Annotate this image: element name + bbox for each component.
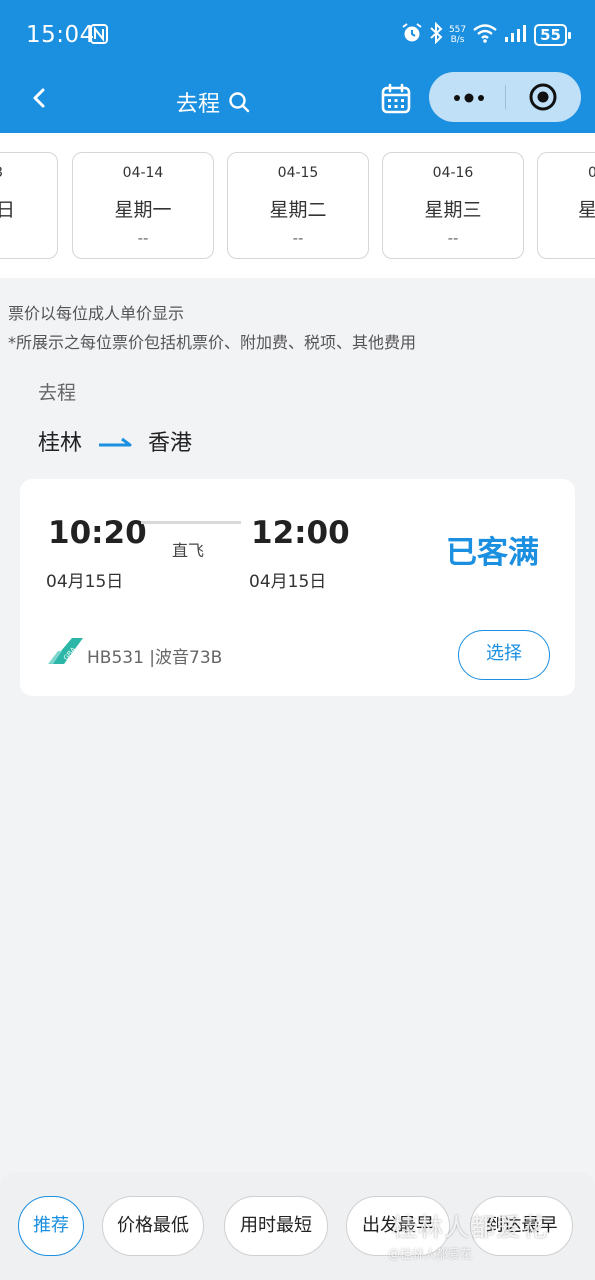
date-card-weekday: 星期二	[269, 199, 327, 221]
sort-price-button[interactable]: 价格最低	[102, 1196, 204, 1256]
route-arrow-icon	[98, 429, 132, 454]
flight-number: HB531 |波音73B	[87, 648, 223, 668]
date-card-price: --	[292, 229, 304, 247]
flight-duration-line	[141, 521, 241, 524]
watermark: 桂林人都爱花	[392, 1213, 549, 1242]
date-card-selected[interactable]: 04-15 星期二 --	[227, 152, 369, 259]
price-note-detail: *所展示之每位票价包括机票价、附加费、税项、其他费用	[8, 333, 417, 352]
calendar-icon[interactable]	[380, 83, 412, 119]
nav-bar: 去程	[0, 70, 595, 130]
route-origin: 桂林	[38, 431, 83, 456]
sort-duration-button[interactable]: 用时最短	[224, 1196, 328, 1256]
date-card-weekday: 星	[578, 199, 595, 221]
close-miniprogram-icon[interactable]	[529, 83, 557, 115]
wifi-icon	[472, 23, 498, 47]
flight-type: 直飞	[172, 541, 205, 560]
date-card-price	[0, 229, 57, 247]
date-card-date: 04-16	[432, 165, 474, 181]
select-flight-button[interactable]: 选择	[458, 630, 550, 680]
app-header: 15:04 557 B/s 55 去程	[0, 0, 595, 133]
departure-date: 04月15日	[46, 572, 124, 592]
nfc-icon	[90, 24, 108, 48]
page-title[interactable]: 去程	[176, 86, 250, 118]
watermark-handle: @桂林人都爱花	[388, 1247, 473, 1261]
date-card-date: 04-14	[122, 165, 164, 181]
status-bar: 15:04 557 B/s 55	[0, 0, 595, 70]
date-card-weekday: 星期三	[424, 199, 482, 221]
search-icon[interactable]	[228, 91, 250, 113]
date-card-date: 3	[0, 165, 57, 183]
arrival-time: 12:00	[251, 515, 350, 551]
date-card-price: --	[447, 229, 459, 247]
date-card-date: 0	[588, 165, 595, 181]
status-icons: 557 B/s 55	[401, 21, 571, 48]
miniprogram-capsule	[429, 72, 581, 122]
date-selector: 3 日 04-14 星期一 -- 04-15 星期二 -- 04-16 星期三 …	[0, 133, 595, 278]
capsule-divider	[505, 85, 506, 109]
departure-time: 10:20	[48, 515, 147, 551]
sort-recommended-button[interactable]: 推荐	[18, 1196, 84, 1256]
route: 桂林 香港	[38, 425, 192, 457]
price-note: 票价以每位成人单价显示	[8, 304, 185, 323]
arrival-date: 04月15日	[249, 572, 327, 592]
availability-status: 已客满	[446, 535, 539, 571]
battery-indicator: 55	[534, 24, 571, 46]
route-destination: 香港	[148, 431, 193, 456]
date-card[interactable]: 3 日	[0, 152, 58, 259]
date-card[interactable]: 04-14 星期一 --	[72, 152, 214, 259]
alarm-icon	[401, 22, 423, 48]
date-card[interactable]: 0 星	[537, 152, 595, 259]
back-button[interactable]	[26, 84, 54, 112]
net-speed: 557 B/s	[449, 25, 466, 45]
signal-icon	[504, 23, 528, 47]
more-icon[interactable]	[451, 90, 487, 104]
date-card-weekday: 星期一	[114, 199, 172, 221]
bluetooth-icon	[429, 21, 443, 48]
net-speed-unit: B/s	[450, 35, 465, 45]
page-title-text: 去程	[176, 92, 221, 117]
date-card-price: --	[137, 229, 149, 247]
section-label: 去程	[38, 382, 77, 404]
date-card[interactable]: 04-16 星期三 --	[382, 152, 524, 259]
status-time: 15:04	[26, 22, 95, 48]
date-card-weekday: 日	[0, 199, 15, 221]
date-card-price	[538, 229, 595, 247]
net-speed-value: 557	[448, 25, 467, 35]
airline-logo-icon: GBA	[48, 637, 84, 669]
date-card-date: 04-15	[277, 165, 319, 181]
flight-card[interactable]: 10:20 04月15日 直飞 12:00 04月15日 已客满 GBA HB5…	[20, 479, 575, 696]
